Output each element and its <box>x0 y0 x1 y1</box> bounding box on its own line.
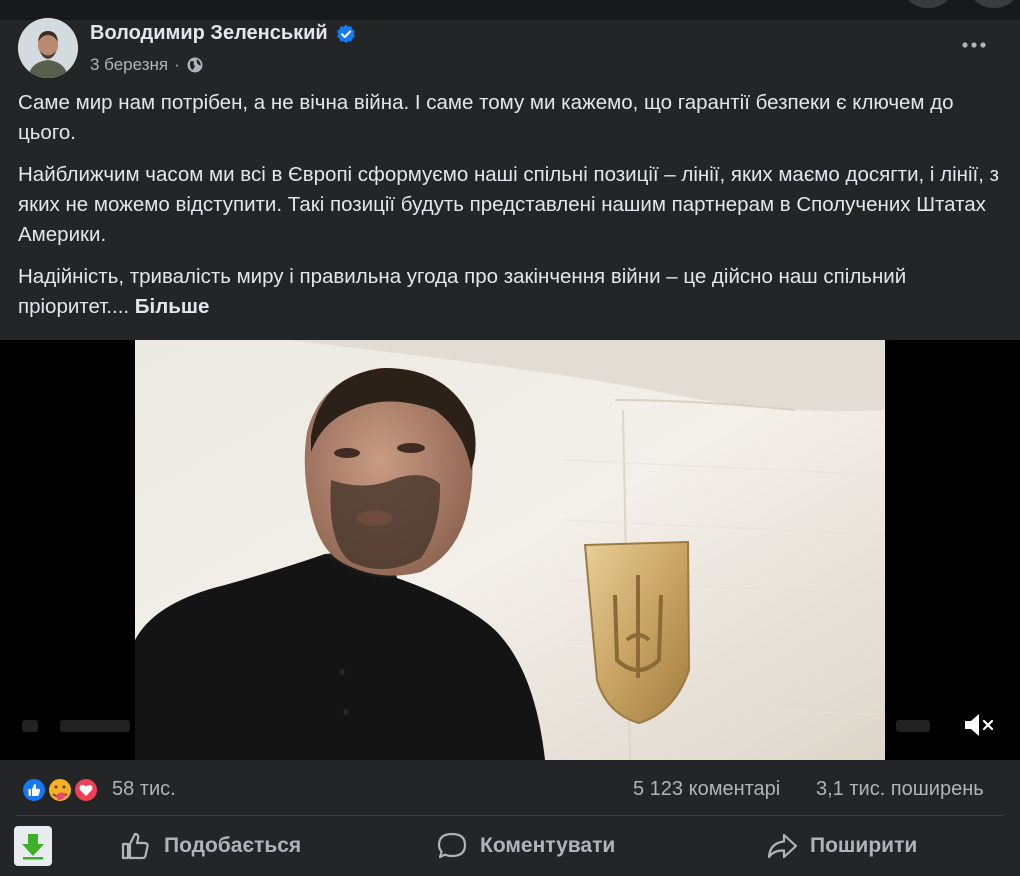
top-circle-button[interactable] <box>906 0 950 8</box>
comment-icon <box>437 832 467 859</box>
mute-icon[interactable] <box>962 710 998 740</box>
care-reaction-icon <box>47 777 73 803</box>
author-name[interactable]: Володимир Зеленський <box>90 22 328 45</box>
reactions-count[interactable]: 58 тис. <box>112 778 176 801</box>
author-line: Володимир Зеленський <box>90 22 356 45</box>
avatar[interactable] <box>18 18 78 78</box>
avatar-image <box>18 18 78 78</box>
time-display <box>60 720 130 732</box>
post-paragraph: Надійність, тривалість миру і правильна … <box>18 262 1008 322</box>
comment-button[interactable]: Коментувати <box>436 828 615 864</box>
post-date[interactable]: 3 березня <box>90 55 168 75</box>
love-reaction-icon <box>73 777 99 803</box>
video-player[interactable] <box>0 340 1020 760</box>
action-bar: Подобається Коментувати Поширити <box>0 816 1020 876</box>
play-control[interactable] <box>22 720 38 732</box>
comment-label: Коментувати <box>480 834 616 857</box>
like-reaction-icon <box>21 777 47 803</box>
verified-badge-icon <box>336 24 355 43</box>
meta-separator: · <box>174 55 180 74</box>
top-strip <box>0 0 1020 20</box>
comments-count[interactable]: 5 123 коментарі <box>633 778 780 801</box>
share-button[interactable]: Поширити <box>766 828 917 864</box>
shares-count[interactable]: 3,1 тис. поширень <box>816 778 984 801</box>
like-button[interactable]: Подобається <box>120 828 301 864</box>
video-thumbnail <box>135 340 885 760</box>
like-label: Подобається <box>164 834 302 857</box>
thumb-up-icon <box>121 832 149 860</box>
facebook-post: Володимир Зеленський 3 березня · Саме ми… <box>0 0 1020 876</box>
reaction-icons[interactable] <box>20 776 104 804</box>
more-options-icon[interactable] <box>956 30 992 60</box>
settings-control[interactable] <box>896 720 930 732</box>
post-meta: 3 березня · <box>90 55 204 75</box>
video-frame <box>135 340 885 760</box>
share-label: Поширити <box>810 834 918 857</box>
globe-icon <box>187 57 203 73</box>
post-stats: 58 тис. 5 123 коментарі 3,1 тис. поширен… <box>0 766 1020 814</box>
post-text: Саме мир нам потрібен, а не вічна війна.… <box>18 88 1008 334</box>
download-icon[interactable] <box>14 826 52 866</box>
see-more-link[interactable]: Більше <box>135 295 210 318</box>
share-icon <box>767 833 798 859</box>
post-paragraph: Найближчим часом ми всі в Європі сформує… <box>18 163 1000 246</box>
post-paragraph: Саме мир нам потрібен, а не вічна війна.… <box>18 91 954 144</box>
top-circle-button[interactable] <box>972 0 1016 8</box>
